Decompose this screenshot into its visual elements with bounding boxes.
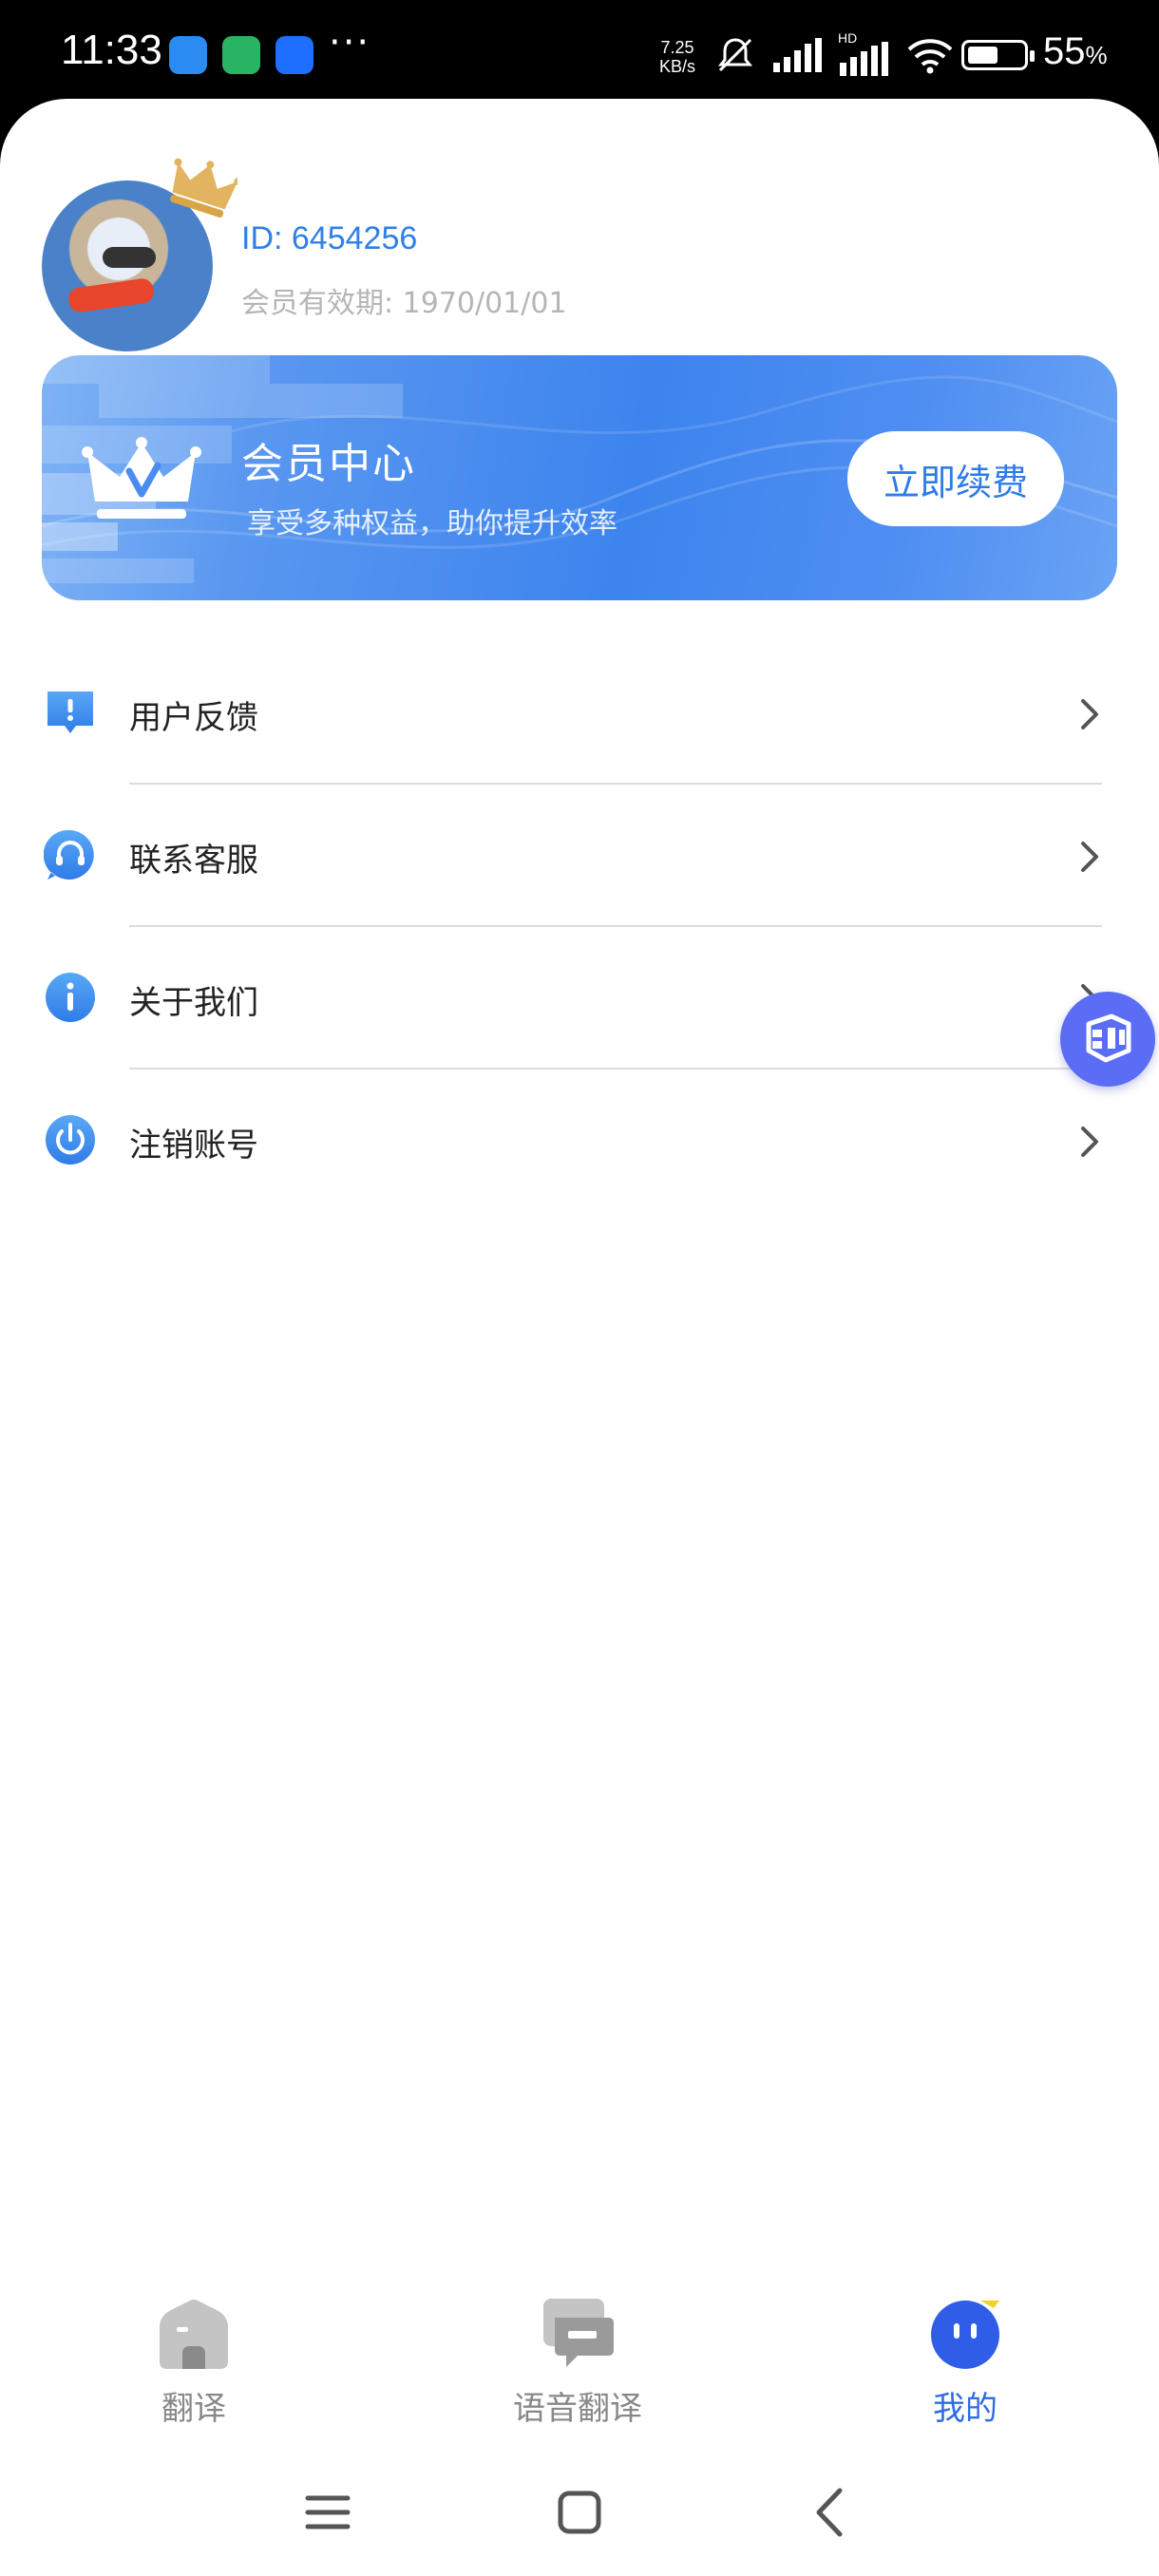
profile-header: ID: 6454256 会员有效期: 1970/01/01 — [42, 141, 612, 351]
settings-menu: 用户反馈 联系客服 关于我们 注销账号 — [0, 642, 1159, 1212]
battery-percent-suffix: % — [1085, 41, 1108, 69]
chevron-right-icon — [1081, 1127, 1098, 1157]
member-crown-icon — [82, 437, 201, 519]
menu-item-delete-account[interactable]: 注销账号 — [0, 1070, 1159, 1212]
renew-button[interactable]: 立即续费 — [847, 431, 1064, 526]
system-nav-bar — [0, 2451, 1159, 2576]
vip-crown-icon — [170, 158, 238, 218]
mute-bell-icon — [717, 38, 753, 72]
tab-mine[interactable]: 我的 — [870, 2280, 1060, 2451]
menu-item-feedback[interactable]: 用户反馈 — [0, 642, 1159, 785]
more-notifications: ··· — [329, 21, 371, 65]
network-speed: 7.25 KB/s — [659, 38, 695, 76]
bottom-tab-bar: 翻译 语音翻译 我的 — [0, 2280, 1159, 2451]
tab-label: 我的 — [933, 2390, 998, 2428]
tab-translate[interactable]: 翻译 — [99, 2280, 289, 2451]
floating-assistant-button[interactable] — [1060, 992, 1155, 1087]
cube-icon — [1086, 1013, 1131, 1063]
member-center-banner[interactable]: 会员中心 享受多种权益，助你提升效率 立即续费 — [42, 355, 1117, 600]
signal-hd-icon: HD — [838, 30, 891, 76]
profile-page: ID: 6454256 会员有效期: 1970/01/01 会员中心 享受多种权… — [0, 99, 1159, 2576]
menu-item-label: 关于我们 — [129, 984, 258, 1022]
profile-icon — [931, 2301, 999, 2369]
power-icon — [46, 1115, 95, 1165]
menu-item-label: 用户反馈 — [129, 699, 258, 737]
network-speed-value: 7.25 — [660, 38, 694, 57]
back-icon[interactable] — [798, 2479, 864, 2546]
cloud-app-icon — [276, 36, 314, 74]
status-time: 11:33 — [61, 27, 162, 73]
feedback-icon — [48, 691, 93, 733]
tab-label: 语音翻译 — [513, 2390, 642, 2428]
member-center-subtitle: 享受多种权益，助你提升效率 — [247, 507, 618, 540]
menu-item-customer-service[interactable]: 联系客服 — [0, 785, 1159, 927]
menu-item-label: 联系客服 — [129, 842, 258, 880]
browser-app-icon — [169, 36, 207, 74]
wifi-icon — [907, 39, 953, 74]
home-icon — [160, 2300, 228, 2369]
tab-voice-translate[interactable]: 语音翻译 — [483, 2280, 673, 2451]
chevron-right-icon — [1081, 699, 1098, 729]
member-center-title: 会员中心 — [241, 440, 416, 488]
home-button-icon[interactable] — [546, 2479, 613, 2546]
network-speed-unit: KB/s — [659, 57, 696, 76]
status-bar: 11:33 ··· 7.25 KB/s HD 55% — [0, 0, 1159, 104]
chat-icon — [543, 2299, 614, 2367]
chevron-right-icon — [1081, 842, 1098, 872]
signal-icon — [773, 38, 822, 72]
chat-app-icon — [222, 36, 260, 74]
menu-item-about-us[interactable]: 关于我们 — [0, 927, 1159, 1070]
status-icons: HD — [714, 30, 954, 76]
menu-icon[interactable] — [294, 2479, 361, 2546]
headset-icon — [44, 829, 94, 880]
menu-item-label: 注销账号 — [129, 1127, 258, 1165]
membership-expiry: 会员有效期: 1970/01/01 — [241, 287, 567, 320]
tab-label: 翻译 — [162, 2390, 226, 2428]
battery-percent: 55% — [1043, 30, 1108, 73]
battery-percent-value: 55 — [1043, 30, 1086, 72]
info-icon — [46, 973, 95, 1022]
battery-icon — [961, 40, 1035, 70]
user-id: ID: 6454256 — [241, 220, 418, 256]
